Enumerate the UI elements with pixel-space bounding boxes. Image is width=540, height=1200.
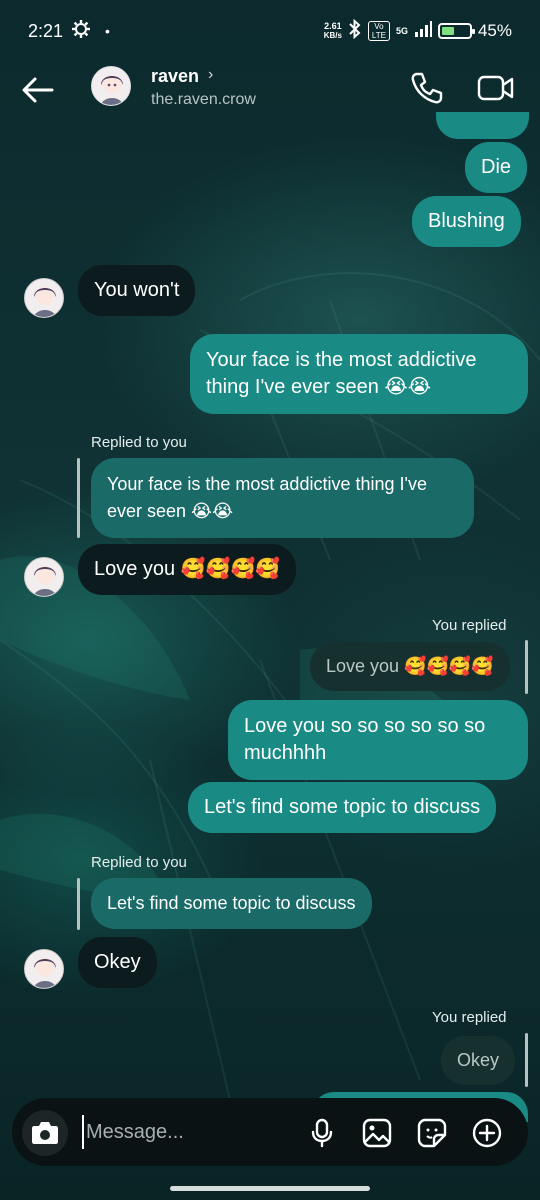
sticker-icon [417, 1118, 447, 1148]
gallery-button[interactable] [361, 1117, 393, 1149]
sender-avatar[interactable] [24, 278, 64, 318]
network-type: 5G [395, 26, 408, 36]
message-text: Love you 🥰🥰🥰🥰 [326, 656, 494, 676]
battery-icon [437, 23, 475, 39]
anime-avatar-icon [33, 287, 57, 317]
video-call-button[interactable] [476, 70, 516, 106]
quoted-message[interactable]: Okey [441, 1036, 516, 1085]
message-text: Love you so so so so so so muchhhh [244, 715, 486, 764]
reply-label: Replied to you [91, 434, 187, 451]
incoming-message[interactable]: Okey [78, 937, 157, 988]
volte-badge: Vo LTE [367, 21, 390, 41]
home-indicator[interactable] [170, 1186, 370, 1191]
message-text: Blushing [428, 210, 505, 232]
quoted-message[interactable]: Your face is the most addictive thing I'… [91, 458, 474, 538]
message-text: Okey [457, 1050, 500, 1070]
message-input[interactable] [82, 1115, 282, 1149]
partial-outgoing-bubble [436, 112, 529, 139]
chat-header: raven › the.raven.crow [0, 62, 540, 118]
message-text: Your face is the most addictive thing I'… [206, 349, 477, 398]
plus-circle-icon [472, 1118, 502, 1148]
message-text: Let's find some topic to discuss [204, 796, 481, 818]
net-speed-unit: KB/s [323, 31, 342, 40]
voice-message-button[interactable] [306, 1117, 338, 1149]
chevron-right-icon[interactable]: › [208, 66, 213, 84]
incoming-message[interactable]: Love you 🥰🥰🥰🥰 [78, 544, 297, 595]
sticker-button[interactable] [416, 1117, 448, 1149]
camera-icon [32, 1122, 58, 1144]
message-composer [12, 1098, 528, 1166]
message-text: Die [481, 156, 512, 178]
settings-gear-icon [71, 19, 91, 44]
net-speed-value: 2.61 [324, 21, 342, 31]
outgoing-message[interactable]: Die [465, 142, 528, 193]
reply-quote-bar [77, 878, 80, 930]
battery-percent: 45% [477, 21, 512, 40]
message-text: Love you 🥰🥰🥰🥰 [94, 558, 281, 580]
status-bar: 2:21 • 2.61 KB/s Vo LTE 5G 45% [0, 0, 540, 62]
arrow-left-icon [22, 77, 54, 103]
outgoing-message[interactable]: Love you so so so so so so muchhhh [228, 700, 528, 780]
image-icon [362, 1118, 392, 1148]
quoted-message[interactable]: Let's find some topic to discuss [91, 878, 372, 929]
microphone-icon [311, 1118, 333, 1148]
contact-avatar[interactable] [91, 66, 131, 106]
incoming-message[interactable]: You won't [78, 265, 196, 316]
status-time: 2:21 [28, 20, 64, 41]
reply-quote-bar [525, 1033, 528, 1087]
contact-username[interactable]: the.raven.crow [151, 91, 256, 109]
voice-call-button[interactable] [408, 70, 444, 106]
message-text: Okey [94, 951, 141, 973]
reply-label: Replied to you [91, 854, 187, 871]
battery-level-fill [441, 27, 454, 35]
outgoing-message[interactable]: Your face is the most addictive thing I'… [190, 334, 528, 414]
quoted-message[interactable]: Love you 🥰🥰🥰🥰 [310, 642, 510, 691]
signal-icon [414, 20, 432, 42]
notification-dot-icon: • [105, 23, 110, 39]
net-speed: 2.61 KB/s [323, 21, 342, 41]
bluetooth-icon [348, 18, 362, 44]
message-text: Let's find some topic to discuss [107, 893, 356, 913]
phone-icon [411, 72, 443, 104]
back-button[interactable] [20, 72, 56, 108]
message-text: You won't [94, 279, 180, 301]
message-text: Your face is the most addictive thing I'… [107, 474, 427, 521]
anime-avatar-icon [100, 75, 124, 105]
reply-quote-bar [525, 640, 528, 694]
contact-name[interactable]: raven [151, 66, 199, 87]
more-options-button[interactable] [471, 1117, 503, 1149]
outgoing-message[interactable]: Blushing [412, 196, 521, 247]
outgoing-message[interactable]: Let's find some topic to discuss [188, 782, 497, 833]
anime-avatar-icon [33, 566, 57, 596]
reply-quote-bar [77, 458, 80, 538]
reply-label: You replied [432, 1009, 507, 1026]
video-camera-icon [477, 75, 514, 101]
sender-avatar[interactable] [24, 557, 64, 597]
sender-avatar[interactable] [24, 949, 64, 989]
reply-label: You replied [432, 617, 507, 634]
camera-button[interactable] [22, 1110, 68, 1156]
anime-avatar-icon [33, 958, 57, 988]
